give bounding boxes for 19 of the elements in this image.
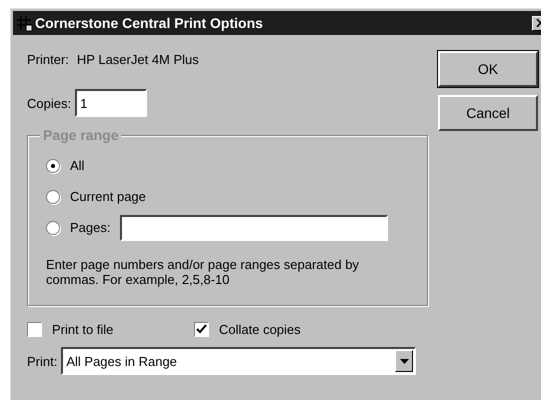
- printer-label: Printer:: [27, 52, 69, 67]
- print-label: Print:: [27, 354, 58, 368]
- dialog-button[interactable]: OK: [438, 51, 538, 87]
- print-dropdown[interactable]: All Pages in Range: [61, 347, 416, 375]
- checkbox-label: Print to file: [52, 322, 114, 337]
- app-icon: [16, 15, 32, 31]
- window-title: Cornerstone Central Print Options: [35, 15, 264, 31]
- copies-label: Copies:: [27, 96, 72, 110]
- printer-name: HP LaserJet 4M Plus: [76, 52, 199, 67]
- radio-label: Pages:: [70, 220, 110, 235]
- pages-field[interactable]: [120, 214, 388, 240]
- checkbox[interactable]: [194, 322, 209, 337]
- copies-field[interactable]: 1: [75, 89, 148, 117]
- dialog-button[interactable]: Cancel: [438, 95, 538, 131]
- checkbox-label: Collate copies: [219, 322, 301, 337]
- hint-text: Enter page numbers and/or page ranges separated by commas. For example, 2,5,8-10: [46, 257, 360, 287]
- checkbox[interactable]: [27, 322, 42, 337]
- radio-label: All: [70, 158, 84, 173]
- radio-label: Current page: [70, 189, 146, 204]
